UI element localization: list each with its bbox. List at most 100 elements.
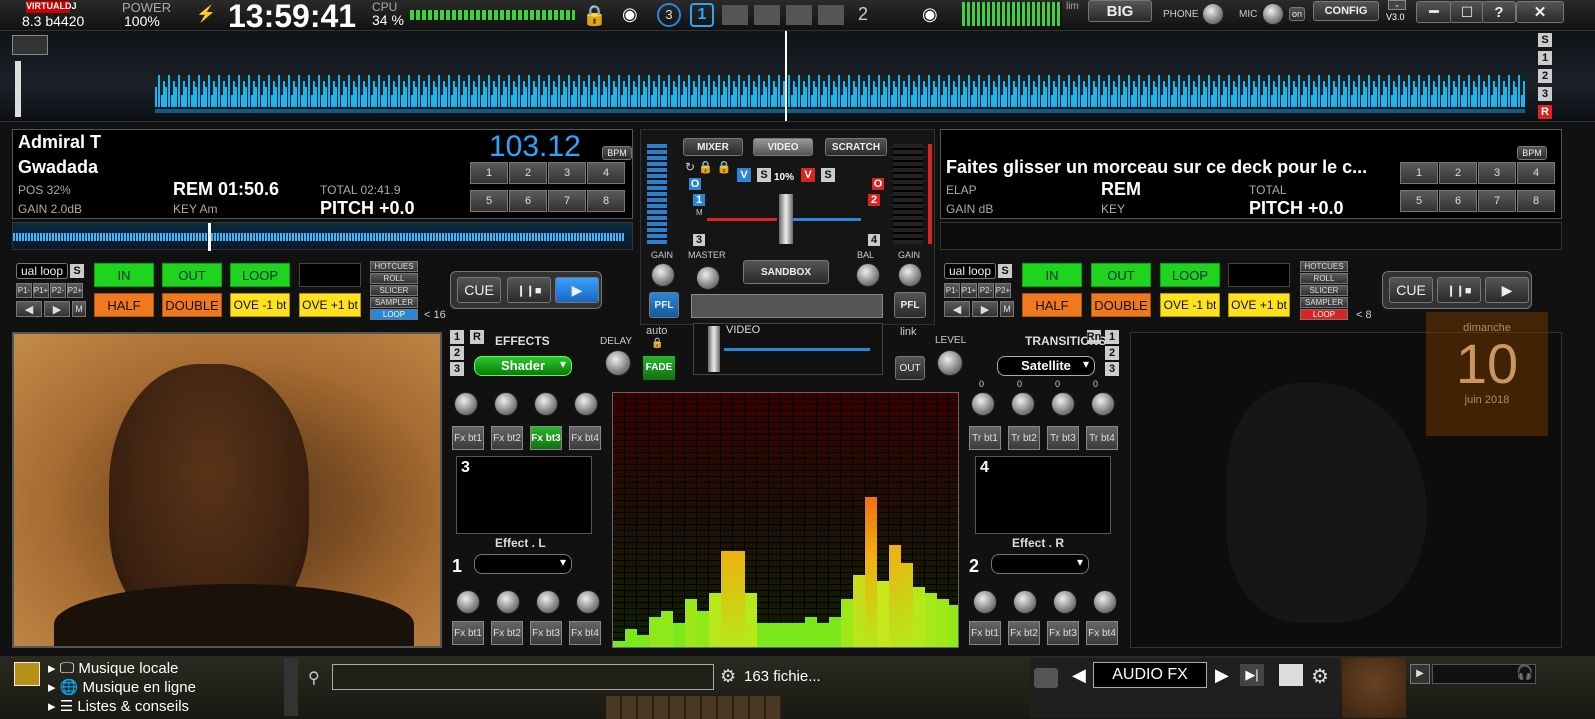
tree-item-local[interactable]: ▸ 🖵 Musique locale bbox=[48, 659, 178, 677]
big-button[interactable]: BIG bbox=[1088, 0, 1152, 22]
fx-button-2[interactable]: Fx bt2 bbox=[1008, 621, 1040, 645]
hotcue-pad[interactable]: 4 bbox=[587, 162, 625, 184]
pfl-left-button[interactable]: PFL bbox=[649, 292, 679, 318]
fx-button-4[interactable]: Fx bt4 bbox=[1086, 621, 1118, 645]
help-button[interactable]: ? bbox=[1482, 1, 1516, 23]
p1-plus-button[interactable]: P1+ bbox=[961, 283, 977, 298]
scratch-right-button[interactable]: S bbox=[821, 168, 835, 182]
loop-button[interactable]: LOOP bbox=[230, 263, 290, 287]
loop-out-button[interactable]: OUT bbox=[1091, 263, 1151, 287]
cue-button[interactable]: CUE bbox=[457, 277, 501, 303]
video-fader-handle[interactable] bbox=[708, 326, 720, 372]
play-icon[interactable]: ▶ bbox=[1485, 277, 1529, 303]
arrow-left-icon[interactable]: ◀ bbox=[16, 301, 42, 317]
pad-mode-hotcues[interactable]: HOTCUES bbox=[370, 261, 418, 272]
effect-slot-3[interactable]: 3 bbox=[450, 362, 464, 376]
pad-mode-slicer[interactable]: SLICER bbox=[1300, 285, 1348, 296]
fx-button-1[interactable]: Fx bt1 bbox=[452, 621, 484, 645]
play-icon[interactable]: ▶ bbox=[555, 277, 599, 303]
effect-param-knob[interactable] bbox=[1053, 590, 1077, 614]
arrow-right-icon[interactable]: ▶ bbox=[44, 301, 70, 317]
pause-icon[interactable]: ❙❙■ bbox=[507, 277, 551, 303]
effect-param-knob[interactable] bbox=[496, 590, 520, 614]
transition-slot-2[interactable]: 2 bbox=[1105, 346, 1119, 360]
waveform-3-button[interactable]: 3 bbox=[1538, 87, 1552, 101]
video-out-button[interactable]: OUT bbox=[895, 356, 925, 380]
p2-plus-button[interactable]: P2+ bbox=[995, 283, 1011, 298]
config-button[interactable]: CONFIG bbox=[1313, 1, 1379, 21]
mic-on-button[interactable]: on bbox=[1289, 7, 1305, 21]
move-back-button[interactable]: OVE -1 bt bbox=[1160, 293, 1220, 317]
fx-button-3[interactable]: Fx bt3 bbox=[530, 426, 562, 450]
sync-icon[interactable]: ↻ 🔒 🔒 bbox=[685, 160, 732, 174]
transition-slot-display[interactable]: 4 bbox=[975, 456, 1111, 534]
layers-button[interactable]: 3 bbox=[657, 3, 681, 27]
deck-right-waveform[interactable] bbox=[940, 222, 1562, 250]
o-button-right[interactable]: O bbox=[872, 178, 884, 190]
chevron-down-icon[interactable]: ▾ bbox=[554, 357, 572, 375]
p2-plus-button[interactable]: P2+ bbox=[67, 283, 83, 298]
pad-mode-hotcues[interactable]: HOTCUES bbox=[1300, 261, 1348, 272]
effect-param-knob[interactable] bbox=[973, 590, 997, 614]
headphones-icon[interactable]: 🎧 bbox=[1516, 664, 1533, 681]
waveform-2-button[interactable]: 2 bbox=[1538, 69, 1552, 83]
sideview-menu-icon[interactable] bbox=[1034, 668, 1058, 688]
m-button[interactable]: M bbox=[72, 301, 86, 317]
hotcue-pad[interactable]: 8 bbox=[587, 190, 625, 212]
transition-slot-3[interactable]: 3 bbox=[1105, 362, 1119, 376]
effect-param-knob[interactable] bbox=[1013, 590, 1037, 614]
hotcue-pad[interactable]: 2 bbox=[509, 162, 547, 184]
bpm-button[interactable]: BPM bbox=[1517, 146, 1547, 160]
chevron-down-icon[interactable]: ▾ bbox=[1077, 357, 1095, 375]
pad-mode-slicer[interactable]: SLICER bbox=[370, 285, 418, 296]
pad-mode-roll[interactable]: ROLL bbox=[370, 273, 418, 284]
play-icon[interactable]: ▶ bbox=[1410, 664, 1430, 684]
hotcue-pad[interactable]: 4 bbox=[1517, 162, 1555, 184]
hotcue-pad[interactable]: 3 bbox=[548, 162, 586, 184]
phone-knob[interactable] bbox=[1202, 3, 1224, 25]
transition-param-knob[interactable] bbox=[1091, 392, 1115, 416]
lock-icon[interactable]: 🔒 bbox=[651, 338, 663, 349]
tr-button-3[interactable]: Tr bt3 bbox=[1047, 426, 1079, 450]
effect-r-button[interactable]: R bbox=[470, 330, 484, 344]
move-forward-button[interactable]: OVE +1 bt bbox=[1228, 293, 1290, 317]
m-button[interactable]: M bbox=[1000, 301, 1014, 317]
tree-item-lists[interactable]: ▸ ☰ Listes & conseils bbox=[48, 697, 189, 715]
video-right-button[interactable]: V bbox=[801, 168, 815, 182]
pad-mode-loop[interactable]: LOOP bbox=[370, 309, 418, 320]
gain-knob-left[interactable] bbox=[651, 263, 675, 287]
hotcue-pad[interactable]: 8 bbox=[1517, 190, 1555, 212]
pad-mode-roll[interactable]: ROLL bbox=[1300, 273, 1348, 284]
move-back-button[interactable]: OVE -1 bt bbox=[230, 293, 290, 317]
tab-video[interactable]: VIDEO bbox=[753, 138, 813, 156]
fx-button-4[interactable]: Fx bt4 bbox=[569, 426, 601, 450]
video-preview-bar[interactable] bbox=[691, 294, 883, 318]
tree-scrollbar[interactable] bbox=[284, 658, 298, 716]
hotcue-pad[interactable]: 7 bbox=[1478, 190, 1516, 212]
sandbox-button[interactable]: SANDBOX bbox=[743, 260, 829, 284]
effect-param-knob[interactable] bbox=[574, 392, 598, 416]
folder-add-icon[interactable] bbox=[14, 662, 40, 686]
balance-knob[interactable] bbox=[856, 263, 880, 287]
pad-mode-sampler[interactable]: SAMPLER bbox=[1300, 297, 1348, 308]
pad-mode-loop[interactable]: LOOP bbox=[1300, 309, 1348, 320]
transition-slot-1[interactable]: 1 bbox=[1105, 330, 1119, 344]
loop-out-button[interactable]: OUT bbox=[162, 263, 222, 287]
cue-button[interactable]: CUE bbox=[1389, 277, 1433, 303]
chevron-down-icon[interactable]: ⌄ bbox=[1388, 0, 1406, 10]
gear-icon[interactable]: ⚙ bbox=[720, 666, 736, 687]
waveform-zoom-icon[interactable] bbox=[12, 35, 48, 55]
fx-button-4[interactable]: Fx bt4 bbox=[569, 621, 601, 645]
scratch-left-button[interactable]: S bbox=[757, 168, 771, 182]
gear-icon[interactable]: ⚙ bbox=[1311, 664, 1329, 689]
effect-param-knob[interactable] bbox=[494, 392, 518, 416]
arrow-left-icon[interactable]: ◀ bbox=[1072, 665, 1086, 686]
loop-in-button[interactable]: IN bbox=[1022, 263, 1082, 287]
maximize-button[interactable]: ☐ bbox=[1450, 1, 1484, 23]
transition-param-knob[interactable] bbox=[1051, 392, 1075, 416]
effect-slot-display[interactable]: 3 bbox=[456, 456, 592, 534]
chevron-down-icon[interactable]: ▾ bbox=[1071, 555, 1089, 573]
grid-view-icon[interactable] bbox=[1279, 664, 1303, 686]
p2-minus-button[interactable]: P2- bbox=[50, 283, 66, 298]
search-icon[interactable]: ⚲ bbox=[308, 668, 320, 688]
